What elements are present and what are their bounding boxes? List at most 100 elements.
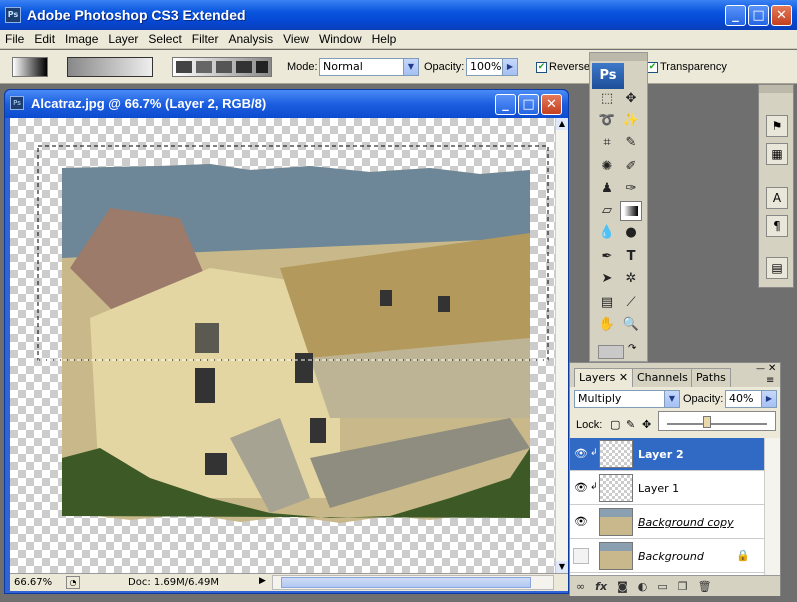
- healing-brush-tool-icon[interactable]: ✺: [596, 157, 618, 177]
- dock-grip[interactable]: [759, 85, 793, 93]
- status-menu-icon[interactable]: ◔: [66, 576, 80, 589]
- menu-window[interactable]: Window: [314, 32, 367, 46]
- menu-file[interactable]: File: [0, 32, 29, 46]
- lock-image-icon[interactable]: ✎: [626, 418, 635, 431]
- foreground-color-icon[interactable]: [598, 345, 624, 359]
- blend-mode-select[interactable]: Multiply ▼: [574, 390, 680, 408]
- magic-wand-tool-icon[interactable]: ✨: [620, 111, 642, 131]
- notes-tool-icon[interactable]: ▤: [596, 293, 618, 313]
- tab-paths[interactable]: Paths: [691, 368, 731, 387]
- horizontal-scroll-thumb[interactable]: [281, 577, 531, 588]
- menu-analysis[interactable]: Analysis: [223, 32, 278, 46]
- document-canvas[interactable]: [10, 118, 555, 573]
- zoom-level[interactable]: 66.67%: [14, 577, 52, 588]
- custom-shape-tool-icon[interactable]: ✲: [620, 269, 642, 289]
- layer-row[interactable]: 👁 Background copy: [570, 506, 764, 539]
- blur-tool-icon[interactable]: 💧: [596, 223, 618, 243]
- type-tool-icon[interactable]: T: [620, 247, 642, 267]
- lock-position-icon[interactable]: ✥: [642, 418, 651, 431]
- hand-tool-icon[interactable]: ✋: [596, 315, 618, 335]
- close-button[interactable]: ✕: [771, 5, 792, 26]
- menu-image[interactable]: Image: [60, 32, 103, 46]
- link-icon[interactable]: ∞: [576, 580, 585, 593]
- eye-icon[interactable]: 👁: [573, 446, 589, 462]
- visibility-toggle[interactable]: [573, 548, 589, 564]
- doc-close-button[interactable]: ✕: [541, 94, 562, 115]
- character-panel-icon[interactable]: A: [766, 187, 788, 209]
- opacity-input[interactable]: 100% ▶: [466, 58, 518, 76]
- maximize-button[interactable]: □: [748, 5, 769, 26]
- move-tool-icon[interactable]: ✥: [620, 89, 642, 109]
- layers-scrollbar[interactable]: [764, 438, 780, 575]
- panel-close-icon[interactable]: ✕: [768, 363, 776, 374]
- gradient-type-buttons[interactable]: [172, 57, 272, 77]
- toolbox-grip[interactable]: [590, 53, 647, 61]
- marquee-tool-icon[interactable]: ⬚: [596, 89, 618, 109]
- lasso-tool-icon[interactable]: ➰: [596, 111, 618, 131]
- fx-icon[interactable]: fx: [595, 580, 607, 593]
- eraser-tool-icon[interactable]: ▱: [596, 201, 618, 221]
- brush-tool-icon[interactable]: ✐: [620, 157, 642, 177]
- path-selection-tool-icon[interactable]: ➤: [596, 269, 618, 289]
- opacity-slider-thumb[interactable]: [703, 416, 711, 428]
- new-layer-icon[interactable]: ❐: [678, 580, 688, 593]
- opacity-slider-popup[interactable]: [658, 411, 776, 431]
- gradient-tool-icon[interactable]: [620, 201, 642, 221]
- chevron-right-icon: ▶: [502, 59, 517, 75]
- minimize-button[interactable]: _: [725, 5, 746, 26]
- tool-preset-picker[interactable]: [12, 57, 48, 77]
- clone-stamp-tool-icon[interactable]: ♟: [596, 179, 618, 199]
- tab-channels[interactable]: Channels: [632, 368, 693, 387]
- menu-layer[interactable]: Layer: [103, 32, 143, 46]
- close-icon[interactable]: ✕: [619, 371, 628, 384]
- scroll-down-icon[interactable]: ▼: [556, 561, 568, 573]
- lock-transparent-icon[interactable]: ▢: [610, 418, 620, 431]
- history-brush-tool-icon[interactable]: ✑: [620, 179, 642, 199]
- layer-name[interactable]: Background: [638, 550, 704, 563]
- layer-comps-panel-icon[interactable]: ▤: [766, 257, 788, 279]
- navigator-panel-icon[interactable]: ⚑: [766, 115, 788, 137]
- mode-select[interactable]: Normal ▼: [319, 58, 419, 76]
- menu-view[interactable]: View: [278, 32, 314, 46]
- crop-tool-icon[interactable]: ⌗: [596, 133, 618, 153]
- layer-name[interactable]: Layer 2: [638, 448, 684, 461]
- menu-help[interactable]: Help: [367, 32, 402, 46]
- doc-maximize-button[interactable]: □: [518, 94, 539, 115]
- pen-tool-icon[interactable]: ✒: [596, 247, 618, 267]
- vertical-scrollbar[interactable]: ▲ ▼: [555, 118, 568, 573]
- gradient-picker[interactable]: [67, 57, 153, 77]
- histogram-panel-icon[interactable]: ▦: [766, 143, 788, 165]
- document-window: Ps Alcatraz.jpg @ 66.7% (Layer 2, RGB/8)…: [4, 89, 569, 594]
- doc-minimize-button[interactable]: _: [495, 94, 516, 115]
- adjustment-icon[interactable]: ◐: [638, 580, 648, 593]
- panel-minimize-icon[interactable]: —: [756, 364, 765, 374]
- eye-icon[interactable]: 👁: [573, 480, 589, 496]
- zoom-tool-icon[interactable]: 🔍: [620, 315, 642, 335]
- layer-name[interactable]: Background copy: [638, 516, 734, 529]
- scroll-up-icon[interactable]: ▲: [556, 118, 568, 130]
- layer-opacity-input[interactable]: 40% ▶: [725, 390, 777, 408]
- layer-name[interactable]: Layer 1: [638, 482, 679, 495]
- eyedropper-tool-icon[interactable]: ✎: [620, 133, 642, 153]
- reverse-checkbox[interactable]: ✔: [536, 62, 547, 73]
- folder-icon[interactable]: ▭: [657, 580, 667, 593]
- eye-icon[interactable]: 👁: [573, 514, 589, 530]
- transparency-checkbox[interactable]: ✔: [647, 62, 658, 73]
- mask-icon[interactable]: ◙: [617, 580, 628, 593]
- paragraph-panel-icon[interactable]: ¶: [766, 215, 788, 237]
- layer-row[interactable]: Background 🔒: [570, 540, 764, 573]
- menu-edit[interactable]: Edit: [29, 32, 60, 46]
- layer-row[interactable]: 👁 ↲ Layer 1: [570, 472, 764, 505]
- eyedropper-sample-tool-icon[interactable]: ⟋: [620, 293, 642, 313]
- menu-select[interactable]: Select: [143, 32, 186, 46]
- panel-tabs: Layers ✕ Channels Paths — ✕ ≡: [570, 363, 780, 387]
- dodge-tool-icon[interactable]: ●: [620, 223, 642, 243]
- tab-layers[interactable]: Layers ✕: [574, 368, 634, 387]
- panel-menu-icon[interactable]: ≡: [766, 375, 774, 386]
- layer-row[interactable]: 👁 ↲ Layer 2: [570, 438, 764, 471]
- trash-icon[interactable]: 🗑: [698, 580, 712, 593]
- horizontal-scrollbar[interactable]: [272, 575, 554, 590]
- status-arrow-icon[interactable]: ▶: [259, 576, 266, 586]
- menu-filter[interactable]: Filter: [187, 32, 224, 46]
- swap-colors-icon[interactable]: ↷: [628, 343, 636, 354]
